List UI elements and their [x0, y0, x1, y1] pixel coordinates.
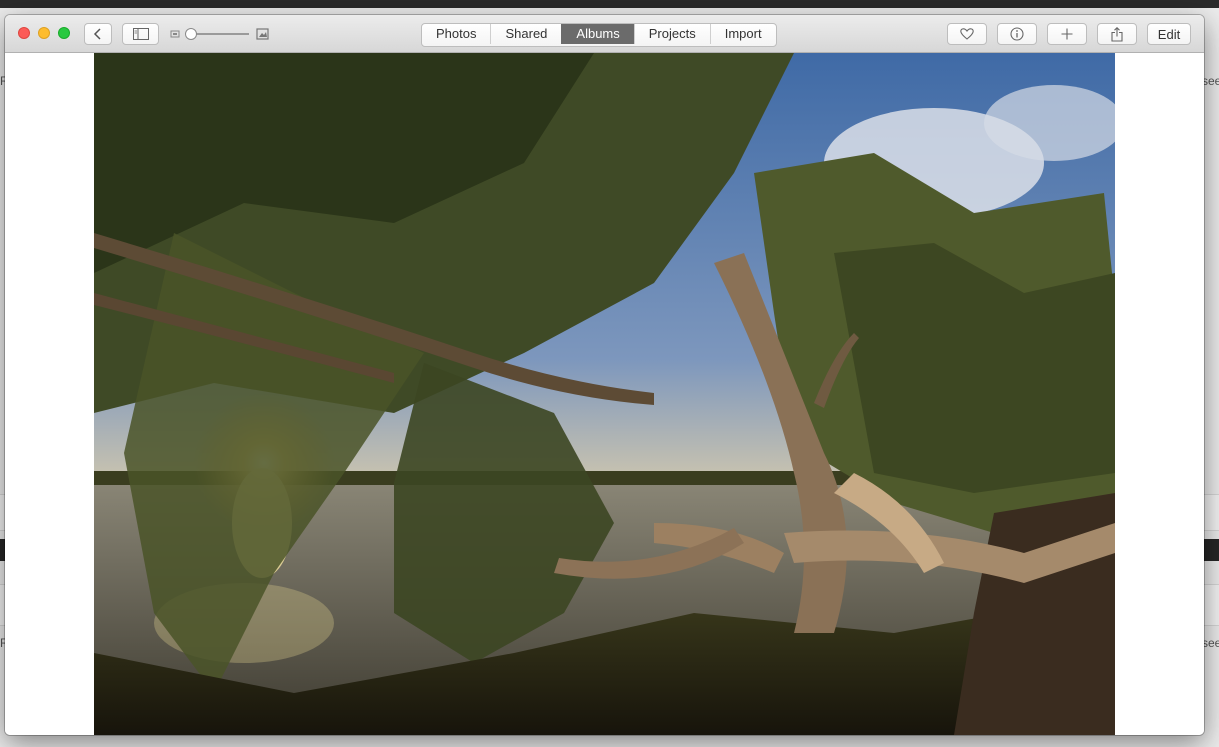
tab-import[interactable]: Import [709, 24, 776, 44]
info-button[interactable] [997, 23, 1037, 45]
zoom-slider-knob[interactable] [185, 28, 197, 40]
sidebar-toggle-button[interactable] [122, 23, 159, 45]
small-photo-icon [170, 30, 180, 38]
toolbar: Photos Shared Albums Projects Import Edi… [5, 15, 1204, 53]
share-icon [1111, 26, 1123, 42]
photo-viewer [5, 53, 1204, 735]
maximize-button[interactable] [58, 27, 70, 39]
close-button[interactable] [18, 27, 30, 39]
view-tabs: Photos Shared Albums Projects Import [421, 23, 777, 47]
back-button[interactable] [84, 23, 112, 45]
sidebar-icon [132, 28, 149, 40]
tab-projects[interactable]: Projects [633, 24, 710, 44]
large-photo-icon [256, 28, 269, 40]
background-text-fragment: see [1202, 636, 1219, 650]
background-top-strip [0, 0, 1219, 8]
tab-albums[interactable]: Albums [561, 24, 634, 44]
share-button[interactable] [1097, 23, 1137, 45]
tab-shared[interactable]: Shared [490, 24, 561, 44]
add-button[interactable] [1047, 23, 1087, 45]
favorite-button[interactable] [947, 23, 987, 45]
heart-icon [960, 28, 974, 40]
edit-button[interactable]: Edit [1147, 23, 1191, 45]
zoom-slider[interactable] [169, 24, 269, 44]
info-icon [1010, 27, 1024, 41]
chevron-left-icon [93, 28, 101, 40]
photo-image[interactable] [94, 53, 1115, 735]
plus-icon [1061, 28, 1073, 40]
photos-window: Photos Shared Albums Projects Import Edi… [5, 15, 1204, 735]
background-text-fragment: see [1202, 74, 1219, 88]
tab-photos[interactable]: Photos [422, 24, 490, 44]
minimize-button[interactable] [38, 27, 50, 39]
